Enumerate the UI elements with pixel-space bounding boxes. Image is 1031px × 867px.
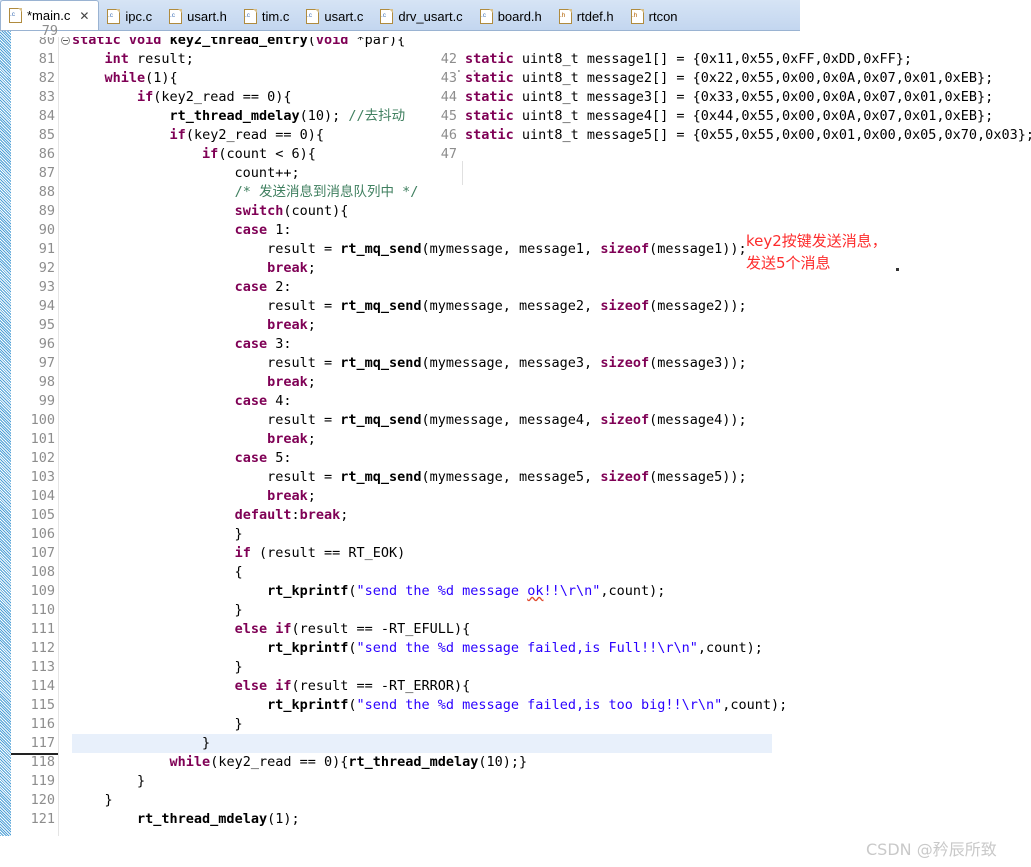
line-number: 95 [38,317,55,333]
code-line[interactable] [465,145,1031,164]
h-file-icon: .h [630,8,644,24]
line-number: 112 [30,640,55,656]
line-number: 86 [38,146,55,162]
close-icon[interactable]: ✕ [79,10,89,22]
line-number: 81 [38,51,55,67]
line-number: 108 [30,564,55,580]
line-number-gutter: 80 81 82 83 84 85 86 87 88 89 90 91 92 93 94 95 96 97 98 99… [11,31,58,836]
right-code-text-area[interactable]: static uint8_t message1[] = {0x11,0x55,0… [465,31,1031,836]
tab-label: tim.c [261,8,290,24]
c-file-icon: .c [169,8,183,24]
line-number: 101 [30,431,55,447]
line-number: 111 [30,621,55,637]
editor-tab-rtcon[interactable]: .h rtcon [623,2,687,30]
annotation-dot [896,268,899,271]
code-line[interactable]: static uint8_t message1[] = {0x11,0x55,0… [465,50,1031,69]
editor-tab-rtdef-h[interactable]: .h rtdef.h [551,2,623,30]
tab-label: usart.h [187,8,227,24]
editor-tab-usart-c[interactable]: .c usart.c [298,2,372,30]
right-line-number-gutter: 42 43 44 45 46 47 [425,31,461,836]
top-clip-mask [11,31,771,37]
line-number: 117 [30,735,55,751]
fold-collapse-icon[interactable] [61,36,70,45]
editor-tab-ipc-c[interactable]: .c ipc.c [99,2,161,30]
c-file-icon: .c [9,8,22,23]
line-number: 91 [38,241,55,257]
line-number: 121 [30,811,55,827]
red-annotation-text: key2按键发送消息， 发送5个消息 [746,232,887,272]
tab-label: board.h [497,8,542,24]
ellipsis-marker: . . [455,61,479,76]
editor-tab-tim-c[interactable]: .c tim.c [236,2,298,30]
line-number: 109 [30,583,55,599]
line-number: 89 [38,203,55,219]
line-number: 97 [38,355,55,371]
line-number: 92 [38,260,55,276]
line-number: 93 [38,279,55,295]
line-number: 43 [440,70,457,86]
line-number: 96 [38,336,55,352]
code-line[interactable]: static uint8_t message4[] = {0x44,0x55,0… [465,107,1031,126]
line-number: 113 [30,659,55,675]
code-line[interactable]: static uint8_t message5[] = {0x55,0x55,0… [465,126,1031,145]
line-number: 107 [30,545,55,561]
line-number: 102 [30,450,55,466]
line-number: 105 [30,507,55,523]
panel-divider [462,161,463,185]
line-number: 103 [30,469,55,485]
line-number: 100 [30,412,55,428]
line-number: 47 [440,146,457,162]
line-number: 85 [38,127,55,143]
line-number: 42 [440,51,457,67]
line-number: 84 [38,108,55,124]
code-line[interactable]: static uint8_t message3[] = {0x33,0x55,0… [465,88,1031,107]
line-number: 82 [38,70,55,86]
line-number: 114 [30,678,55,694]
line-number: 110 [30,602,55,618]
line-number: 104 [30,488,55,504]
bottom-fade [0,851,780,867]
c-file-icon: .c [479,8,493,24]
change-marker-bar [0,31,11,836]
partial-line-number: 79 [41,23,58,37]
line-number: 99 [38,393,55,409]
editor-tab-drv-usart-c[interactable]: .c drv_usart.c [372,2,471,30]
line-number: 44 [440,89,457,105]
c-file-icon: .c [380,8,394,24]
line-number: 90 [38,222,55,238]
code-editor[interactable]: 80 81 82 83 84 85 86 87 88 89 90 91 92 93 94 95 96 97 98 99… [0,23,1031,867]
editor-tab-bar: .c *main.c ✕ .c ipc.c .c usart.h .c tim.c .c usart… [0,0,800,31]
line-number: 83 [38,89,55,105]
line-number: 45 [440,108,457,124]
editor-tab-board-h[interactable]: .c board.h [472,2,551,30]
line-number: 106 [30,526,55,542]
line-number: 116 [30,716,55,732]
code-folding-gutter[interactable] [58,31,73,836]
line-number: 98 [38,374,55,390]
h-file-icon: .h [558,8,572,24]
line-number: 88 [38,184,55,200]
c-file-icon: .c [306,8,320,24]
line-number: 87 [38,165,55,181]
line-number: 118 [30,754,55,770]
tab-label: rtdef.h [576,8,614,24]
tab-label: *main.c [27,8,71,23]
tab-label: ipc.c [125,8,153,24]
tab-label: drv_usart.c [398,8,463,24]
line-number: 94 [38,298,55,314]
line-number: 119 [30,773,55,789]
csdn-watermark: CSDN @矜辰所致 [866,840,997,859]
editor-tab-usart-h[interactable]: .c usart.h [161,2,236,30]
code-line[interactable]: static uint8_t message2[] = {0x22,0x55,0… [465,69,1031,88]
line-number: 46 [440,127,457,143]
tab-label: rtcon [648,8,678,24]
line-number: 120 [30,792,55,808]
tab-label: usart.c [324,8,364,24]
line-number: 115 [30,697,55,713]
current-line-marker [11,753,58,755]
c-file-icon: .c [243,8,257,24]
c-file-icon: .c [107,8,121,24]
